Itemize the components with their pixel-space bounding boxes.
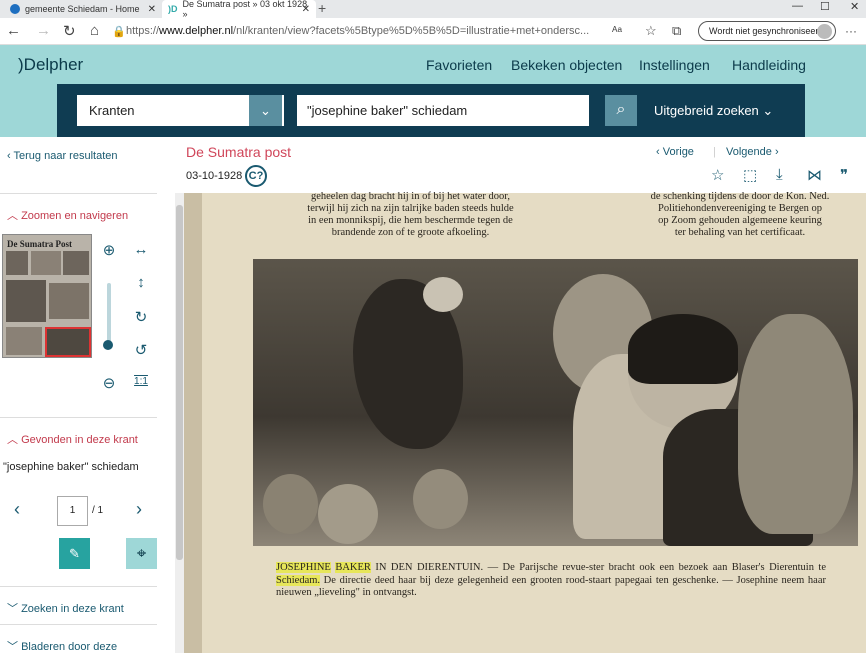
read-aloud-icon[interactable]: ᴬᵃ [612, 24, 622, 38]
found-section-toggle[interactable]: ︿ Gevonden in deze krant [7, 431, 138, 447]
photo-caption: JOSEPHINE BAKER IN DEN DIERENTUIN. — De … [276, 562, 827, 598]
lock-icon: 🔒 [112, 26, 126, 38]
zoom-reset-button[interactable]: 1:1 [130, 376, 152, 387]
hit-page-total: / 1 [92, 505, 104, 516]
avatar [817, 24, 832, 39]
rotate-right-icon[interactable]: ↻ [132, 308, 150, 326]
scan-edge [184, 193, 202, 653]
crop-selection-icon[interactable]: ⬚ [743, 166, 757, 184]
fit-height-icon[interactable]: ↕ [132, 274, 150, 291]
locate-hit-button[interactable]: ⌖ [126, 538, 157, 569]
divider [0, 586, 157, 587]
browser-tab[interactable]: gemeente Schiedam - Home ✕ [4, 0, 162, 18]
close-window-icon[interactable]: ✕ [850, 0, 859, 13]
viewer-scrollbar[interactable] [175, 193, 184, 653]
search-in-paper-toggle[interactable]: ﹀ Zoeken in deze krant [7, 600, 124, 616]
scrollbar-thumb[interactable] [176, 205, 183, 560]
maximize-icon[interactable]: ☐ [820, 0, 830, 13]
search-icon[interactable]: ⌕ [605, 95, 637, 126]
nav-favorieten[interactable]: Favorieten [426, 57, 492, 73]
search-hit-highlight[interactable]: Schiedam. [276, 574, 321, 586]
search-bar: Kranten ⌄ "josephine baker" schiedam ⌕ U… [57, 84, 805, 137]
home-icon[interactable]: ⌂ [90, 22, 99, 39]
browser-tab-active[interactable]: )D De Sumatra post » 03 okt 1928 » ✕ [162, 0, 316, 19]
chevron-down-icon[interactable]: ⌄ [249, 95, 282, 126]
search-hit-highlight[interactable]: JOSEPHINE [276, 562, 331, 573]
highlight-pen-button[interactable]: ✎ [59, 538, 90, 569]
divider [0, 417, 157, 418]
browse-toggle[interactable]: ﹀ Bladeren door deze [7, 638, 117, 653]
collections-icon[interactable]: ⧉ [672, 23, 681, 39]
tab-title: De Sumatra post » 03 okt 1928 » [182, 0, 308, 19]
site-header: )Delpher Favorieten Bekeken objecten Ins… [0, 45, 866, 137]
zoom-slider[interactable] [107, 283, 111, 345]
zoom-section-toggle[interactable]: ︿ Zoomen en navigeren [7, 207, 128, 223]
zoom-in-icon[interactable]: ⊕ [100, 241, 118, 259]
rotate-left-icon[interactable]: ↺ [132, 341, 150, 359]
new-tab-icon[interactable]: + [318, 0, 326, 16]
nav-instellingen[interactable]: Instellingen [639, 57, 710, 73]
scan-text-left: geheelen dag bracht hij in of bij het wa… [307, 191, 514, 238]
favorite-star-icon[interactable]: ☆ [711, 166, 724, 184]
favorites-icon[interactable]: ☆ [645, 23, 657, 39]
delpher-favicon-icon: )D [168, 4, 178, 14]
address-bar: ← → ↻ ⌂ 🔒 https://www.delpher.nl/nl/kran… [0, 18, 866, 45]
delpher-logo[interactable]: )Delpher [18, 55, 83, 75]
article-date: 03-10-1928 [186, 170, 243, 182]
search-input[interactable]: "josephine baker" schiedam [297, 95, 589, 126]
refresh-icon[interactable]: ↻ [63, 22, 76, 40]
download-icon[interactable]: ⤓ [776, 166, 783, 183]
nav-handleiding[interactable]: Handleiding [732, 57, 806, 73]
close-icon[interactable]: ✕ [148, 4, 156, 15]
close-icon[interactable]: ✕ [302, 4, 310, 15]
found-query: "josephine baker" schiedam [3, 461, 139, 473]
zoom-slider-handle[interactable] [103, 340, 113, 350]
chevron-down-icon: ⌄ [762, 103, 774, 118]
chevron-left-icon: ‹ [656, 146, 660, 158]
divider: | [713, 146, 716, 158]
url-field[interactable]: https://www.delpher.nl/nl/kranten/view?f… [126, 25, 589, 37]
chevron-left-icon: ‹ [7, 150, 11, 162]
browser-tab-bar: gemeente Schiedam - Home ✕ )D De Sumatra… [0, 0, 866, 19]
search-hit-highlight[interactable]: BAKER [335, 562, 371, 573]
chevron-down-icon: ﹀ [7, 603, 18, 615]
hit-page-input[interactable]: 1 [57, 496, 88, 526]
chevron-up-icon: ︿ [7, 434, 18, 446]
sync-button[interactable]: Wordt niet gesynchroniseerd [698, 21, 836, 41]
viewport-indicator[interactable] [45, 327, 91, 357]
chevron-up-icon: ︿ [7, 210, 18, 222]
page-thumbnail[interactable]: De Sumatra Post [2, 234, 92, 358]
previous-article-link[interactable]: ‹ Vorige [656, 146, 694, 158]
fit-width-icon[interactable]: ↔ [132, 241, 150, 258]
advanced-search-toggle[interactable]: Uitgebreid zoeken ⌄ [654, 103, 773, 119]
divider [0, 624, 157, 625]
back-icon[interactable]: ← [6, 22, 21, 39]
tab-title: gemeente Schiedam - Home [25, 4, 140, 14]
prev-hit-icon[interactable]: ‹ [14, 499, 20, 520]
next-hit-icon[interactable]: › [136, 499, 142, 520]
zoom-out-icon[interactable]: ⊖ [100, 374, 118, 392]
scan-text-right: de schenking tijdens de door de Kon. Ned… [650, 191, 830, 238]
chevron-down-icon: ﹀ [7, 641, 18, 653]
divider [0, 193, 157, 194]
site-favicon-icon [10, 4, 20, 14]
newspaper-photo [253, 259, 858, 546]
copyright-icon[interactable]: C? [245, 165, 267, 187]
forward-icon[interactable]: → [36, 22, 51, 39]
quote-icon[interactable]: ❞ [840, 166, 848, 184]
minimize-icon[interactable]: — [792, 0, 803, 12]
article-title: De Sumatra post [186, 144, 292, 160]
chevron-right-icon: › [774, 146, 779, 158]
next-article-link[interactable]: Volgende › [726, 146, 779, 158]
back-to-results-link[interactable]: ‹ Terug naar resultaten [7, 150, 117, 162]
more-icon[interactable]: ··· [845, 24, 857, 38]
nav-bekeken-objecten[interactable]: Bekeken objecten [511, 57, 622, 73]
share-icon[interactable]: ⋈ [807, 166, 822, 184]
